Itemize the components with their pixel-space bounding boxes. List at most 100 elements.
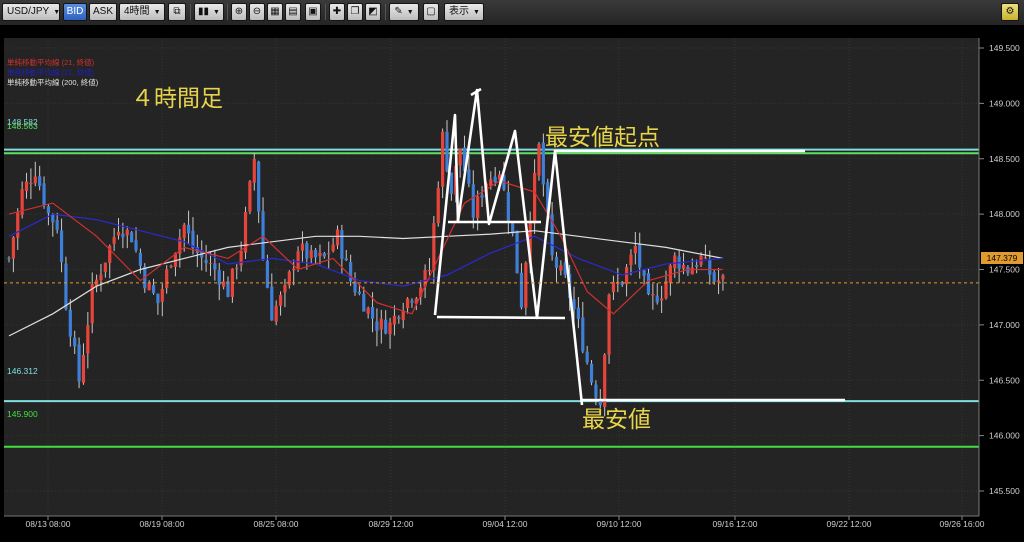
y-tick-label: 145.500 (989, 486, 1020, 496)
y-tick-label: 148.000 (989, 209, 1020, 219)
candle-body (607, 294, 611, 355)
candle-body (344, 258, 348, 261)
y-tick-label: 146.500 (989, 375, 1020, 385)
candle-body (138, 252, 142, 266)
candle-body (471, 184, 475, 218)
candle-body (186, 224, 191, 234)
x-tick-label: 08/29 12:00 (369, 519, 414, 529)
candle-body (384, 319, 388, 334)
candle-body (410, 300, 414, 303)
calendar-icon[interactable]: ▣ (305, 3, 321, 21)
legend-entry-sma200: 単純移動平均線 (200, 終値) (7, 77, 99, 87)
level-label: 145.900 (7, 409, 38, 419)
candle-body (651, 293, 655, 296)
x-tick-label: 08/25 08:00 (254, 519, 299, 529)
display-select[interactable]: 表示 ▼ (444, 3, 484, 21)
bar-style-icon[interactable]: ▮▮ ▼ (194, 3, 224, 21)
candle-body (160, 288, 164, 302)
y-tick-label: 147.000 (989, 320, 1020, 330)
annotation-lowest-origin: 最安値起点 (545, 125, 660, 151)
candle-body (633, 246, 637, 254)
candle-body (708, 259, 712, 275)
screenshot-icon[interactable]: ▢ (423, 3, 439, 21)
candle-body (64, 263, 68, 310)
display-label: 表示 (449, 6, 469, 17)
price-chart[interactable]: 148.582148.563146.312145.900 149.500149.… (0, 25, 1024, 542)
x-tick-label: 09/10 12:00 (597, 519, 642, 529)
pen-icon[interactable]: ✎ ▼ (389, 3, 419, 21)
candle-body (392, 315, 397, 325)
drawn-line[interactable] (436, 315, 566, 320)
add-indicator-icon[interactable]: ✚ (329, 3, 345, 21)
zoom-in-icon[interactable]: ⊕ (231, 3, 247, 21)
candle-body (331, 244, 335, 252)
chevron-down-icon: ▼ (153, 9, 161, 16)
candle-body (222, 281, 226, 287)
candle-body (204, 259, 208, 264)
candle-body (46, 206, 51, 214)
calendar-icon[interactable]: ▤ (285, 3, 301, 21)
ask-button[interactable]: ASK (89, 3, 117, 21)
candle-body (73, 337, 77, 347)
candle-body (68, 309, 72, 337)
candle-body (77, 344, 81, 382)
candle-body (38, 176, 42, 187)
candle-body (519, 272, 524, 308)
grid-icon[interactable]: ▦ (267, 3, 283, 21)
crosshair-icon[interactable]: ⧉ (168, 3, 186, 21)
x-tick-label: 09/16 12:00 (713, 519, 758, 529)
candle-body (305, 243, 309, 259)
candle-body (16, 212, 20, 238)
candle-body (664, 281, 668, 299)
candle-body (716, 280, 721, 283)
legend-entry-sma21-red: 単純移動平均線 (21, 終値) (7, 57, 95, 67)
candle-body (270, 286, 274, 321)
candle-body (370, 307, 375, 319)
candle-body (449, 172, 453, 194)
candle-body (134, 240, 138, 251)
candle-body (357, 291, 361, 294)
candle-body (712, 272, 716, 282)
zoom-out-icon[interactable]: ⊖ (249, 3, 265, 21)
candle-body (335, 229, 340, 246)
candle-body (11, 237, 15, 259)
candle-body (318, 252, 322, 257)
candle-body (673, 255, 677, 269)
candle-body (235, 267, 239, 269)
candle-body (296, 251, 300, 270)
candle-body (646, 273, 651, 295)
timeframe-select[interactable]: 4時間 ▼ (119, 3, 165, 21)
bid-button[interactable]: BID (63, 3, 87, 21)
candle-body (24, 181, 29, 192)
drawing-tools-icon[interactable]: ◩ (365, 3, 381, 21)
candle-body (379, 318, 383, 330)
candle-body (611, 281, 616, 293)
candle-body (33, 176, 37, 184)
legend-entry-sma21-blue: 単純移動平均線 (21, 終値) (7, 67, 95, 77)
candle-body (638, 243, 642, 268)
candle-body (51, 214, 55, 223)
candle-body (559, 265, 563, 271)
candle-body (681, 264, 686, 269)
candle-body (55, 220, 59, 230)
y-tick-label: 146.000 (989, 431, 1020, 441)
candle-body (695, 265, 699, 267)
candle-body (29, 182, 33, 185)
candle-body (589, 363, 594, 383)
symbol-select[interactable]: USD/JPY ▼ (2, 3, 60, 21)
y-tick-label: 149.000 (989, 98, 1020, 108)
candle-body (7, 258, 11, 260)
candle-body (239, 250, 243, 266)
candle-body (81, 354, 86, 383)
candle-body (340, 230, 344, 259)
candle-body (112, 237, 116, 244)
candle-body (130, 232, 134, 243)
candle-body (432, 223, 436, 271)
symbol-label: USD/JPY (7, 6, 50, 17)
settings-icon[interactable]: ⚙ (1001, 3, 1019, 21)
candle-body (322, 253, 326, 257)
copy-chart-icon[interactable]: ❐ (347, 3, 363, 21)
candle-body (445, 131, 449, 172)
candle-body (703, 257, 708, 259)
current-price-label: 147.379 (987, 253, 1018, 263)
